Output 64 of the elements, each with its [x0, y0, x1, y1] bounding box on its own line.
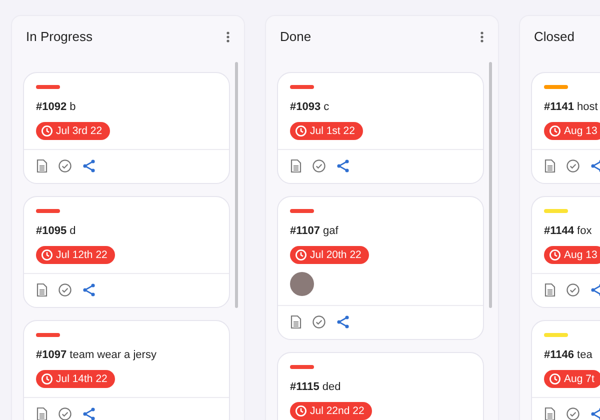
- column-title: In Progress: [26, 29, 92, 44]
- document-icon[interactable]: [544, 283, 556, 297]
- more-options-icon[interactable]: [480, 30, 484, 42]
- document-icon[interactable]: [544, 407, 556, 420]
- clock-icon: [549, 249, 561, 261]
- share-icon[interactable]: [82, 159, 96, 173]
- due-date-badge: Aug 7t: [544, 370, 600, 388]
- check-circle-icon[interactable]: [58, 283, 72, 297]
- task-card[interactable]: #1144 fox Aug 13: [531, 196, 600, 308]
- share-icon[interactable]: [590, 159, 600, 173]
- clock-icon: [41, 373, 53, 385]
- column-title: Done: [280, 29, 312, 44]
- document-icon[interactable]: [290, 315, 302, 329]
- scrollbar[interactable]: [489, 62, 492, 308]
- clock-icon: [295, 125, 307, 137]
- task-title: #1093 c: [290, 101, 330, 113]
- task-title: #1115 ded: [290, 381, 341, 393]
- due-date-badge: Jul 20th 22: [290, 246, 370, 264]
- due-date-badge: Jul 1st 22: [290, 122, 363, 140]
- task-title: #1141 host: [544, 101, 598, 113]
- task-card[interactable]: #1107 gaf Jul 20th 22: [277, 196, 484, 340]
- task-title: #1107 gaf: [290, 225, 338, 237]
- clock-icon: [295, 249, 307, 261]
- due-date-badge: Jul 3rd 22: [36, 122, 110, 140]
- task-card[interactable]: #1146 tea Aug 7t: [531, 320, 600, 420]
- check-circle-icon[interactable]: [566, 159, 580, 173]
- share-icon[interactable]: [336, 315, 350, 329]
- document-icon[interactable]: [544, 159, 556, 173]
- document-icon[interactable]: [36, 407, 48, 420]
- task-card[interactable]: #1115 ded Jul 22nd 22: [277, 352, 484, 420]
- check-circle-icon[interactable]: [312, 159, 326, 173]
- due-date-badge: Jul 12th 22: [36, 246, 116, 264]
- task-title: #1144 fox: [544, 225, 592, 237]
- scrollbar[interactable]: [235, 62, 238, 308]
- task-card[interactable]: #1093 c Jul 1st 22: [277, 72, 484, 184]
- task-card[interactable]: #1095 d Jul 12th 22: [23, 196, 230, 308]
- check-circle-icon[interactable]: [566, 283, 580, 297]
- check-circle-icon[interactable]: [58, 159, 72, 173]
- task-card[interactable]: #1092 b Jul 3rd 22: [23, 72, 230, 184]
- task-title: #1097 team wear a jersy: [36, 349, 156, 361]
- task-title: #1092 b: [36, 101, 76, 113]
- share-icon[interactable]: [336, 159, 350, 173]
- due-date-badge: Aug 13: [544, 246, 600, 264]
- task-title: #1095 d: [36, 225, 76, 237]
- due-date-badge: Jul 14th 22: [36, 370, 116, 388]
- more-options-icon[interactable]: [226, 30, 230, 42]
- document-icon[interactable]: [36, 283, 48, 297]
- clock-icon: [295, 405, 307, 417]
- share-icon[interactable]: [590, 283, 600, 297]
- clock-icon: [549, 373, 561, 385]
- due-date-badge: Aug 13: [544, 122, 600, 140]
- task-card[interactable]: #1097 team wear a jersy Jul 14th 22: [23, 320, 230, 420]
- task-card[interactable]: #1141 host Aug 13: [531, 72, 600, 184]
- clock-icon: [41, 249, 53, 261]
- clock-icon: [549, 125, 561, 137]
- due-date-badge: Jul 22nd 22: [290, 402, 372, 420]
- clock-icon: [41, 125, 53, 137]
- task-title: #1146 tea: [544, 349, 592, 361]
- share-icon[interactable]: [82, 283, 96, 297]
- document-icon[interactable]: [36, 159, 48, 173]
- share-icon[interactable]: [82, 407, 96, 420]
- document-icon[interactable]: [290, 159, 302, 173]
- check-circle-icon[interactable]: [312, 315, 326, 329]
- column-title: Closed: [534, 29, 574, 44]
